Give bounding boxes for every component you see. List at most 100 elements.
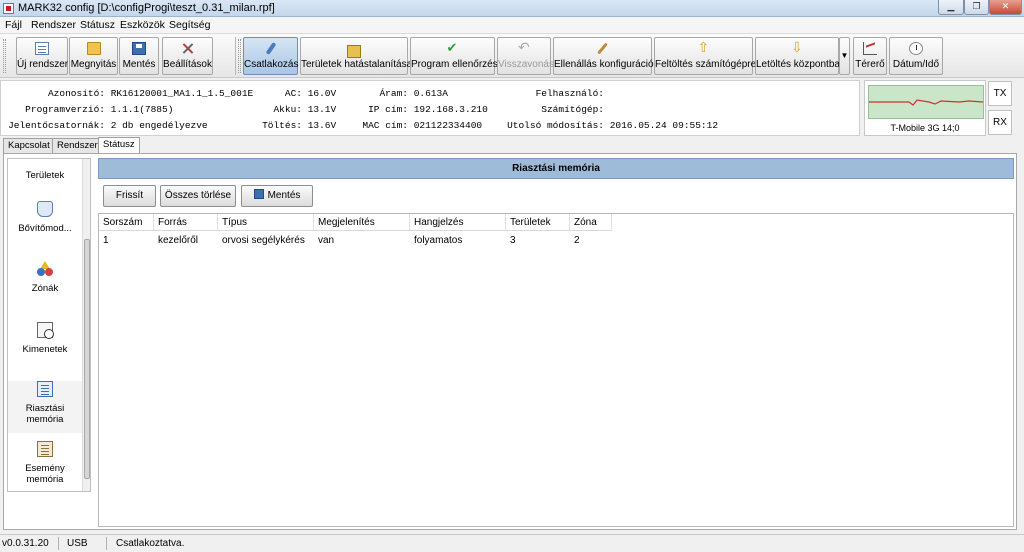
status-connection-type: USB — [67, 538, 88, 549]
new-system-button[interactable]: Új rendszer — [16, 37, 68, 75]
tab-connection[interactable]: Kapcsolat — [3, 138, 55, 153]
menu-status[interactable]: Státusz — [80, 19, 115, 31]
open-label: Megnyitás — [70, 59, 117, 70]
datetime-label: Dátum/Idő — [892, 59, 940, 70]
version-label: Programverzió: — [25, 104, 105, 115]
save-memory-label: Mentés — [267, 190, 301, 201]
column-header-sound[interactable]: Hangjelzés — [410, 214, 506, 231]
device-info-panel: Azonosító: RK16120001_MA1.1_1.5_001E Pro… — [0, 80, 860, 136]
open-button[interactable]: Megnyitás — [69, 37, 118, 75]
status-divider — [58, 537, 59, 550]
refresh-button[interactable]: Frissít — [103, 185, 156, 207]
minimize-button[interactable]: ▁ — [938, 0, 964, 15]
toolbar-overflow-button[interactable]: ▼ — [839, 37, 850, 75]
nav-item-event-memory[interactable]: Esemény memória — [8, 441, 82, 485]
computer-label: Számítógép: — [541, 104, 604, 115]
ac-label: AC: — [284, 88, 302, 99]
save-label: Mentés — [122, 59, 156, 70]
channels-label: Jelentőcsatornák: — [8, 120, 105, 131]
revert-button[interactable]: Visszavonás — [497, 37, 554, 75]
info-charge: Töltés: 13.6V — [251, 120, 336, 131]
nav-item-alarm-memory[interactable]: Riasztási memória — [8, 381, 82, 433]
expansion-module-icon — [37, 201, 53, 217]
nav-scrollbar-thumb[interactable] — [84, 239, 90, 479]
toolbar-grip[interactable] — [3, 39, 6, 73]
cell-areas: 3 — [510, 235, 516, 246]
settings-button[interactable]: Beállítások — [162, 37, 213, 75]
nav-item-modules[interactable]: Bővítőmod... — [8, 201, 82, 234]
column-header-zone[interactable]: Zóna — [570, 214, 612, 231]
toolbar-grip[interactable] — [238, 39, 241, 73]
column-header-display[interactable]: Megjelenítés — [314, 214, 410, 231]
network-label: T-Mobile 3G 14;0 — [890, 123, 960, 133]
nav-item-outputs[interactable]: Kimenetek — [8, 322, 82, 355]
clock-icon — [909, 42, 923, 55]
signal-strength-button[interactable]: Térerő — [853, 37, 887, 75]
nav-item-modules-label: Bővítőmod... — [18, 223, 72, 234]
disable-areas-button[interactable]: Területek hatástalanítása — [300, 37, 413, 75]
save-button[interactable]: Mentés — [119, 37, 159, 75]
cell-type: orvosi segélykérés — [222, 235, 305, 246]
nav-item-outputs-label: Kimenetek — [22, 344, 68, 355]
nav-item-event-memory-label-1: Esemény — [25, 463, 65, 474]
folder-icon — [86, 42, 101, 55]
lock-icon — [347, 45, 361, 58]
menu-file[interactable]: Fájl — [5, 19, 22, 31]
menu-help[interactable]: Segítség — [169, 19, 210, 31]
event-memory-book-icon — [37, 441, 53, 457]
ip-label: IP cím: — [368, 104, 408, 115]
charge-value: 13.6V — [307, 120, 337, 131]
program-check-button[interactable]: Program ellenőrzés — [410, 37, 498, 75]
battery-label: Akku: — [273, 104, 302, 115]
panel-title: Riasztási memória — [98, 158, 1014, 179]
save-memory-button[interactable]: Mentés — [241, 185, 313, 207]
toolbar: Új rendszer Megnyitás Mentés Beállítások… — [0, 34, 1024, 78]
nav-item-event-memory-label-2: memória — [26, 474, 64, 485]
title-bar: MARK32 config [D:\configProgi\teszt_0.31… — [0, 0, 1024, 17]
undo-icon — [517, 39, 531, 56]
close-button[interactable]: ✕ — [989, 0, 1022, 15]
column-header-source[interactable]: Forrás — [154, 214, 218, 231]
download-to-panel-button[interactable]: Letöltés központba — [755, 37, 840, 75]
resistance-config-label: Ellenállás konfiguráció — [554, 59, 654, 70]
maximize-button[interactable]: ❐ — [964, 0, 989, 15]
last-modified-label: Utolsó módosítás: — [507, 120, 604, 131]
status-version: v0.0.31.20 — [2, 538, 49, 549]
nav-item-areas[interactable]: Területek — [8, 170, 82, 181]
zones-shapes-icon — [37, 261, 53, 277]
version-value: 1.1.1(7885) — [110, 104, 174, 115]
clear-all-button[interactable]: Összes törlése — [160, 185, 236, 207]
user-label: Felhasználó: — [535, 88, 604, 99]
info-channels: Jelentőcsatornák: 2 db engedélyezve — [5, 120, 208, 131]
toolbar-separator — [235, 37, 236, 75]
column-header-index[interactable]: Sorszám — [99, 214, 154, 231]
tab-system[interactable]: Rendszer — [52, 138, 103, 153]
disable-areas-label: Területek hatástalanítása — [301, 59, 413, 70]
connect-button[interactable]: Csatlakozás — [243, 37, 298, 75]
app-icon — [3, 3, 14, 14]
nav-item-zones-label: Zónák — [31, 283, 59, 294]
left-navigation: Területek Bővítőmod... Zónák Kimenetek R… — [7, 158, 91, 492]
mac-label: MAC cím: — [362, 120, 408, 131]
menu-tools[interactable]: Eszközök — [120, 19, 165, 31]
signal-strength-box: T-Mobile 3G 14;0 — [864, 80, 986, 136]
download-to-panel-label: Letöltés központba — [756, 59, 840, 70]
column-header-areas[interactable]: Területek — [506, 214, 570, 231]
nav-scrollbar[interactable] — [82, 159, 90, 491]
revert-label: Visszavonás — [498, 59, 554, 70]
id-label: Azonosító: — [47, 88, 105, 99]
nav-item-zones[interactable]: Zónák — [8, 261, 82, 294]
new-document-icon — [35, 42, 49, 55]
status-bar: v0.0.31.20 USB Csatlakoztatva. — [0, 534, 1024, 552]
status-divider — [106, 537, 107, 550]
outputs-icon — [37, 322, 54, 339]
download-arrow-icon — [790, 39, 804, 56]
column-header-type[interactable]: Típus — [218, 214, 314, 231]
program-check-label: Program ellenőrzés — [411, 59, 498, 70]
info-current: Áram: 0.613A — [357, 88, 447, 99]
tab-status[interactable]: Státusz — [98, 137, 140, 154]
upload-to-pc-button[interactable]: Feltöltés számítógépre — [654, 37, 756, 75]
resistance-config-button[interactable]: Ellenállás konfiguráció — [553, 37, 654, 75]
menu-system[interactable]: Rendszer — [31, 19, 76, 31]
datetime-button[interactable]: Dátum/Idő — [889, 37, 943, 75]
